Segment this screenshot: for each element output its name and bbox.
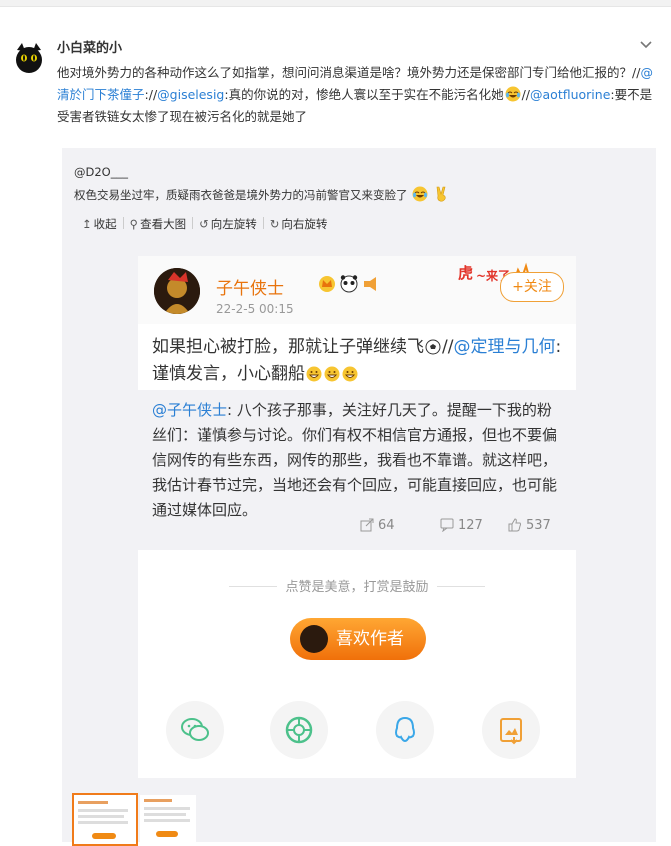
thumbnail-content [144,807,190,810]
grin-emoji-icon [324,364,340,382]
comment-text-part: :真的你说的对，惨绝人寰以至于实在不能污名化她 [224,87,504,102]
divider [262,217,264,229]
divider [229,586,278,587]
repost-icon [360,518,374,532]
comment-text-part: // [521,87,531,102]
card-main-text-part: 如果担心被打脸，那就让子弹继续飞 [152,337,424,357]
divider [122,217,124,229]
comment-count-value: 127 [458,518,483,533]
reward-hint-text: 点赞是美意，打赏是鼓励 [285,580,429,595]
comment-text: 他对境外势力的各种动作这么了如指掌，想问问消息渠道是啥？境外势力还是保密部门专门… [57,62,657,128]
like-count: 537 [508,518,551,533]
rotate-left-button[interactable]: ↺ 向左旋转 [199,216,257,232]
thumbnail-content [156,831,178,837]
like-author-button: 喜欢作者 [290,618,426,660]
share-wechat [166,701,224,759]
divider [436,586,485,587]
repost-text: 权色交易坐过牢，质疑雨衣爸爸是境外势力的冯前警官又来变脸了 [74,186,451,203]
crown-badge-icon [319,276,335,292]
view-large-label: 查看大图 [140,217,187,231]
soccer-ball-emoji-icon [425,337,441,355]
laugh-cry-emoji-icon [412,186,428,202]
share-save-image [482,701,540,759]
thumbnail-content [144,813,186,816]
comment-text-part: :// [144,87,158,102]
svg-text:虎: 虎 [458,264,473,282]
rotate-left-icon: ↺ [199,217,209,231]
rotate-left-label: 向左旋转 [210,217,257,231]
like-author-label: 喜欢作者 [336,629,404,649]
qq-icon [395,716,415,743]
follow-button[interactable]: +关注 [500,272,564,302]
reward-hint: 点赞是美意，打赏是鼓励 [138,576,576,595]
screenshot-image[interactable]: 子午侠士 22-2-5 00:15 虎 ~来了 +关注 如果担心被打脸，那就让子弹… [138,256,576,778]
repost-username[interactable]: @D2O___ [74,165,128,179]
save-image-icon [500,718,522,745]
quoted-mention: @子午侠士 [152,401,228,419]
thumbnail-content [78,821,128,824]
thumbnail-selected[interactable] [72,793,138,846]
moments-icon [285,716,313,744]
collapse-icon: ↥ [82,217,92,231]
wechat-icon [181,718,209,741]
comment-icon [440,518,454,533]
author-mini-avatar [300,625,328,653]
quoted-post-text: @子午侠士: 八个孩子那事，关注好几天了。提醒一下我的粉丝们：谨慎参与讨论。你们… [152,398,562,523]
like-count-value: 537 [526,518,551,533]
thumbnail-content [144,799,172,802]
rotate-right-button[interactable]: ↻ 向右旋转 [270,216,328,232]
card-stats: 64 127 537 [138,518,576,538]
share-qq [376,701,434,759]
thumbnail[interactable] [140,795,196,842]
chevron-down-icon[interactable] [637,36,655,54]
card-date: 22-2-5 00:15 [216,302,294,316]
thumbnail-content [78,809,128,812]
laugh-cry-emoji-icon [505,86,521,102]
thumbnail-content [144,819,190,822]
divider [0,6,671,7]
thumbnail-content [78,815,124,818]
avatar[interactable] [11,40,47,76]
card-main-text: 如果担心被打脸，那就让子弹继续飞//@定理与几何:谨慎发言，小心翻船 [152,334,564,388]
repost-count: 64 [360,518,395,533]
rotate-right-icon: ↻ [269,217,280,231]
rotate-right-label: 向右旋转 [281,217,328,231]
collapse-button[interactable]: ↥ 收起 [82,216,117,232]
mention-link[interactable]: @aotfluorine [530,87,610,102]
grin-emoji-icon [306,364,322,382]
like-icon [508,518,521,532]
image-actions: ↥ 收起 ⚲ 查看大图 ↺ 向左旋转 ↻ 向右旋转 [82,216,327,234]
mention-link[interactable]: @giselesig [157,87,224,102]
grin-emoji-icon [342,364,358,382]
victory-hand-emoji-icon [434,186,450,202]
panda-icon [340,275,358,293]
card-mention-link: @定理与几何 [453,337,556,357]
thumbnail-content [92,833,116,839]
view-large-button[interactable]: ⚲ 查看大图 [130,216,186,232]
search-icon: ⚲ [129,217,139,231]
comment-count: 127 [440,518,483,533]
card-badges [318,274,382,294]
repost-count-value: 64 [378,518,395,533]
card-main-text-part: // [442,337,454,357]
repost-text-body: 权色交易坐过牢，质疑雨衣爸爸是境外势力的冯前警官又来变脸了 [74,188,408,202]
megaphone-icon [364,277,376,291]
card-author-name: 子午侠士 [216,279,284,299]
comment-text-part: 他对境外势力的各种动作这么了如指掌，想问问消息渠道是啥？境外势力还是保密部门专门… [57,65,641,80]
comment-username[interactable]: 小白菜的小 [57,37,122,56]
thumbnail-content [78,801,108,804]
collapse-label: 收起 [93,217,117,231]
share-moments [270,701,328,759]
card-avatar [154,268,200,314]
divider [192,217,194,229]
